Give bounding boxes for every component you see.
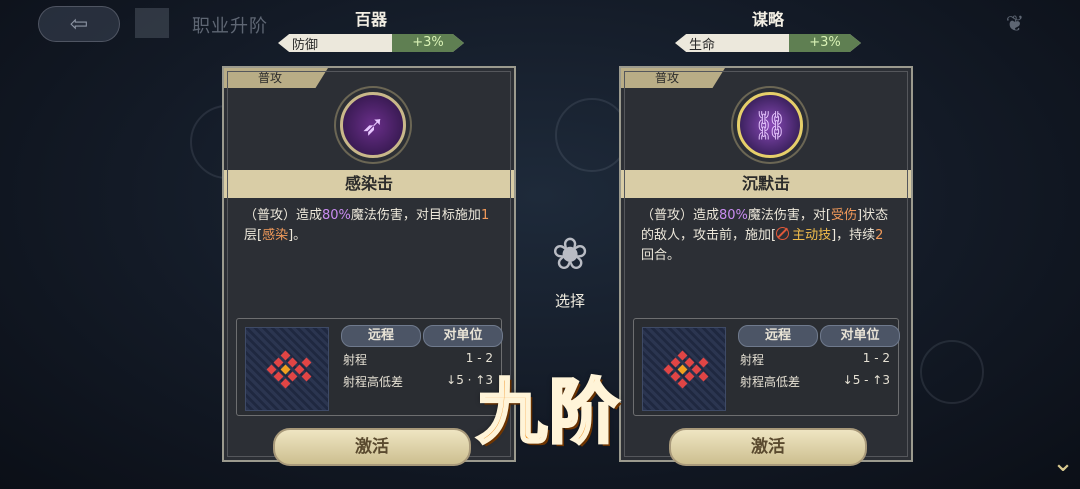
emblem-icon[interactable]: ❦ — [975, 8, 1055, 42]
desc-text: （普攻）造成 — [244, 208, 323, 223]
stat-value: +3% — [789, 34, 861, 52]
range-info-panel: 远程 对单位 射程 1 - 2 射程高低差 ↓5 - ↑3 — [633, 318, 900, 416]
tier-overlay-text: 九阶 — [476, 370, 621, 455]
desc-ban-text: 主动技 — [792, 228, 832, 243]
desc-duration: 2 — [875, 228, 884, 243]
desc-damage-pct: 80% — [719, 208, 748, 223]
stat-value: +3% — [392, 34, 464, 52]
range-label: 射程 — [740, 353, 765, 367]
range-type-pill: 远程 — [738, 325, 818, 347]
skill-name: 沉默击 — [621, 170, 911, 198]
desc-damage-pct: 80% — [322, 208, 351, 223]
activate-button-left[interactable]: 激活 — [273, 428, 471, 466]
stat-bonus-bar: 生命 +3% — [675, 34, 861, 52]
skill-card-right[interactable]: 普攻 ⛓ 沉默击 （普攻）造成80%魔法伤害，对[受伤]状态的敌人，攻击前，施加… — [619, 66, 913, 462]
page-title: 职业升阶 — [192, 16, 268, 37]
height-diff-row: 射程高低差 ↓5 - ↑3 — [740, 373, 890, 390]
chains-icon: ⛓ — [737, 92, 803, 158]
select-label: 选择 — [554, 292, 585, 310]
range-grid-preview — [642, 327, 726, 411]
height-diff-label: 射程高低差 — [343, 375, 404, 389]
ban-icon — [776, 227, 790, 240]
bg-ring-right — [920, 340, 984, 404]
range-diamond-icon — [663, 350, 709, 389]
range-type-pill: 远程 — [341, 325, 421, 347]
stat-label: 生命 — [689, 37, 716, 53]
bg-ring-center — [555, 98, 629, 172]
stat-bonus-bar: 防御 +3% — [278, 34, 464, 52]
range-grid-preview — [245, 327, 329, 411]
option-header-left: 百器 防御 +3% — [271, 6, 471, 52]
desc-text: （普攻）造成 — [641, 208, 720, 223]
range-label: 射程 — [343, 353, 368, 367]
desc-status-keyword[interactable]: 受伤 — [831, 208, 857, 223]
skill-name: 感染击 — [224, 170, 514, 198]
skill-description: （普攻）造成80%魔法伤害，对[受伤]状态的敌人，攻击前，施加[主动技]，持续2… — [641, 206, 895, 266]
spear-icon: ➶ — [340, 92, 406, 158]
menu-button[interactable] — [135, 8, 169, 38]
skill-description: （普攻）造成80%魔法伤害，对目标施加1 层[感染]。 — [244, 206, 498, 246]
desc-text: 魔法伤害，对[ — [747, 208, 831, 223]
arrow-left-icon: ⇦ — [69, 11, 89, 37]
desc-text: ]，持续 — [831, 228, 876, 243]
option-name: 百器 — [354, 10, 387, 29]
desc-status-keyword[interactable]: 感染 — [262, 228, 288, 243]
desc-text: 回合。 — [641, 248, 681, 263]
chevron-down-icon[interactable]: ⌄ — [1046, 446, 1080, 480]
skill-type-tag: 普攻 — [621, 68, 725, 88]
desc-text: ]。 — [288, 228, 307, 243]
lotus-emblem-icon: ❀ — [551, 229, 589, 280]
back-button[interactable]: ⇦ — [38, 6, 120, 42]
option-header-right: 谋略 生命 +3% — [668, 6, 868, 52]
height-diff-label: 射程高低差 — [740, 375, 801, 389]
desc-text: 魔法伤害，对目标施加 — [350, 208, 481, 223]
skill-type-tag: 普攻 — [224, 68, 328, 88]
top-bar: ⇦ 职业升阶 ❦ — [0, 0, 1080, 50]
range-row: 射程 1 - 2 — [740, 351, 890, 368]
option-name: 谋略 — [751, 10, 784, 29]
stat-label: 防御 — [292, 37, 319, 53]
height-diff-value: ↓5 - ↑3 — [842, 373, 890, 387]
range-diamond-icon — [266, 350, 312, 389]
desc-text: 层[ — [244, 228, 263, 243]
desc-stack-count: 1 — [480, 208, 490, 223]
activate-button-right[interactable]: 激活 — [669, 428, 867, 466]
desc-ban-keyword[interactable]: 主动技 — [776, 227, 832, 243]
range-value: 1 - 2 — [862, 351, 890, 365]
target-type-pill: 对单位 — [423, 325, 503, 347]
target-type-pill: 对单位 — [820, 325, 900, 347]
